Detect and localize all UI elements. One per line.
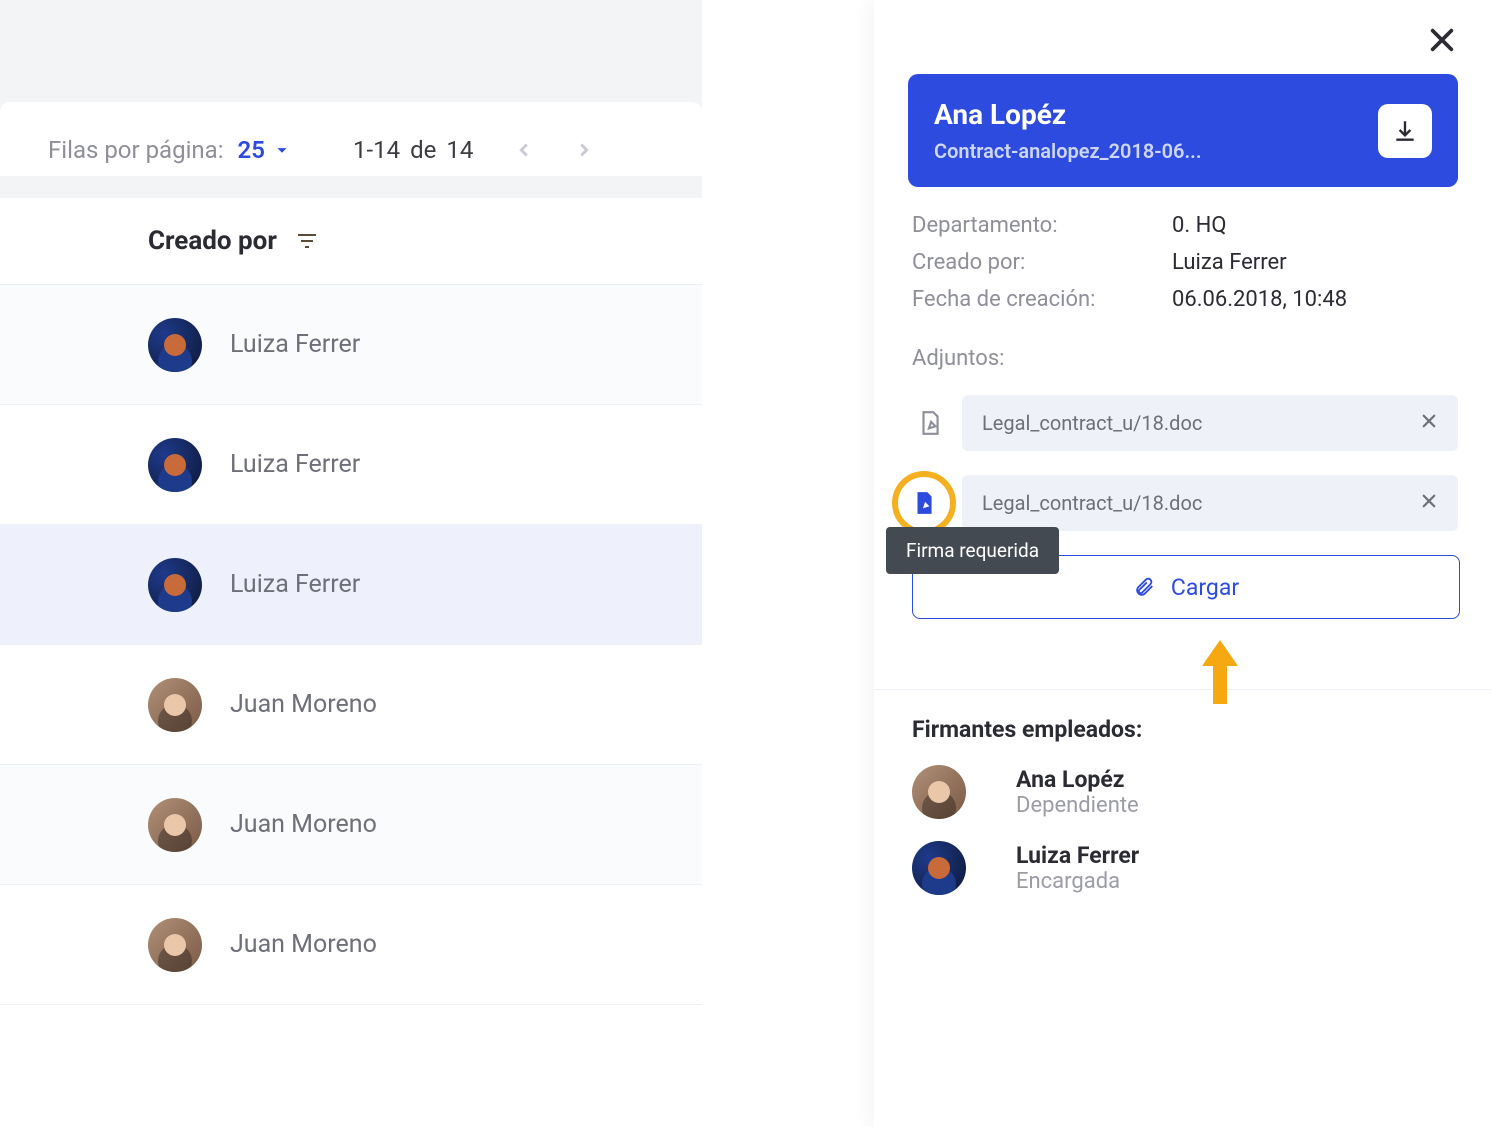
pagination-range: 1-14 <box>353 136 400 164</box>
upload-label: Cargar <box>1171 574 1239 601</box>
avatar <box>912 841 966 895</box>
meta-label: Departamento: <box>912 213 1172 238</box>
filter-icon[interactable] <box>295 229 319 253</box>
rows-per-page-value: 25 <box>238 136 265 164</box>
column-created-by[interactable]: Creado por <box>148 226 277 256</box>
attachment-name: Legal_contract_u/18.doc <box>982 411 1202 435</box>
rows-per-page-select[interactable]: 25 <box>238 136 293 164</box>
meta-value: Luiza Ferrer <box>1172 250 1287 275</box>
signer-name: Luiza Ferrer <box>1016 842 1139 869</box>
signer-row: Luiza FerrerEncargada <box>908 841 1458 895</box>
meta-row: Creado por:Luiza Ferrer <box>912 250 1454 275</box>
pagination-total: 14 <box>446 136 473 164</box>
table-row[interactable]: Luiza Ferrer <box>0 405 702 525</box>
meta-label: Fecha de creación: <box>912 287 1172 312</box>
prev-page-button[interactable] <box>513 136 535 164</box>
chevron-right-icon <box>573 136 595 164</box>
attachment-row: Legal_contract_u/18.doc <box>908 395 1458 451</box>
signer-role: Dependiente <box>1016 793 1139 818</box>
close-icon <box>1420 412 1438 430</box>
attachment-name: Legal_contract_u/18.doc <box>982 491 1202 515</box>
row-name: Juan Moreno <box>230 690 377 719</box>
document-edit-icon <box>917 408 943 438</box>
signer-name: Ana Lopéz <box>1016 766 1139 793</box>
download-button[interactable] <box>1378 104 1432 158</box>
records-table: Creado por Luiza Ferrer Luiza Ferrer Luiza… <box>0 198 702 1005</box>
meta-row: Fecha de creación:06.06.2018, 10:48 <box>912 287 1454 312</box>
next-page-button[interactable] <box>573 136 595 164</box>
table-row[interactable]: Juan Moreno <box>0 765 702 885</box>
row-name: Luiza Ferrer <box>230 570 360 599</box>
avatar <box>912 765 966 819</box>
avatar <box>148 798 202 852</box>
arrow-up-hint-icon <box>1200 640 1240 710</box>
remove-attachment-button[interactable] <box>1420 411 1438 435</box>
row-name: Juan Moreno <box>230 930 377 959</box>
attachment-chip[interactable]: Legal_contract_u/18.doc <box>962 395 1458 451</box>
avatar <box>148 438 202 492</box>
table-row[interactable]: Luiza Ferrer <box>0 525 702 645</box>
attachments-label: Adjuntos: <box>912 346 1458 371</box>
avatar <box>148 918 202 972</box>
tooltip: Firma requerida <box>886 527 1059 574</box>
table-row[interactable]: Luiza Ferrer <box>0 285 702 405</box>
signers-label: Firmantes empleados: <box>912 716 1458 743</box>
document-sign-icon <box>911 488 937 518</box>
card-subtitle: Contract-analopez_2018-06... <box>934 139 1202 163</box>
remove-attachment-button[interactable] <box>1420 491 1438 515</box>
document-card: Ana Lopéz Contract-analopez_2018-06... <box>908 74 1458 187</box>
avatar <box>148 318 202 372</box>
signer-role: Encargada <box>1016 869 1139 894</box>
close-icon <box>1426 24 1458 56</box>
row-name: Luiza Ferrer <box>230 450 360 479</box>
caret-down-icon <box>271 139 293 161</box>
attachment-row: Firma requeridaLegal_contract_u/18.doc <box>908 475 1458 531</box>
table-row[interactable]: Juan Moreno <box>0 645 702 765</box>
signer-row: Ana LopézDependiente <box>908 765 1458 819</box>
attachment-edit-icon <box>908 408 952 438</box>
paperclip-icon <box>1133 574 1155 600</box>
details-panel: Ana Lopéz Contract-analopez_2018-06... D… <box>874 0 1492 1127</box>
avatar <box>148 558 202 612</box>
signer-info: Luiza FerrerEncargada <box>1016 842 1139 894</box>
pagination-of: de <box>410 136 436 164</box>
download-icon <box>1392 118 1418 144</box>
signer-info: Ana LopézDependiente <box>1016 766 1139 818</box>
meta-label: Creado por: <box>912 250 1172 275</box>
attachment-chip[interactable]: Legal_contract_u/18.doc <box>962 475 1458 531</box>
table-header: Creado por <box>0 198 702 285</box>
close-icon <box>1420 492 1438 510</box>
row-name: Juan Moreno <box>230 810 377 839</box>
chevron-left-icon <box>513 136 535 164</box>
rows-per-page-label: Filas por página: <box>48 136 224 164</box>
pagination-toolbar: Filas por página: 25 1-14 de 14 <box>0 102 702 176</box>
avatar <box>148 678 202 732</box>
close-panel-button[interactable] <box>1426 24 1458 60</box>
meta-row: Departamento:0. HQ <box>912 213 1454 238</box>
meta-value: 06.06.2018, 10:48 <box>1172 287 1347 312</box>
table-row[interactable]: Juan Moreno <box>0 885 702 1005</box>
card-title: Ana Lopéz <box>934 98 1202 131</box>
meta-value: 0. HQ <box>1172 213 1226 238</box>
metadata-list: Departamento:0. HQCreado por:Luiza Ferre… <box>908 187 1458 324</box>
highlight-ring <box>892 471 956 535</box>
section-divider <box>874 689 1492 690</box>
row-name: Luiza Ferrer <box>230 330 360 359</box>
